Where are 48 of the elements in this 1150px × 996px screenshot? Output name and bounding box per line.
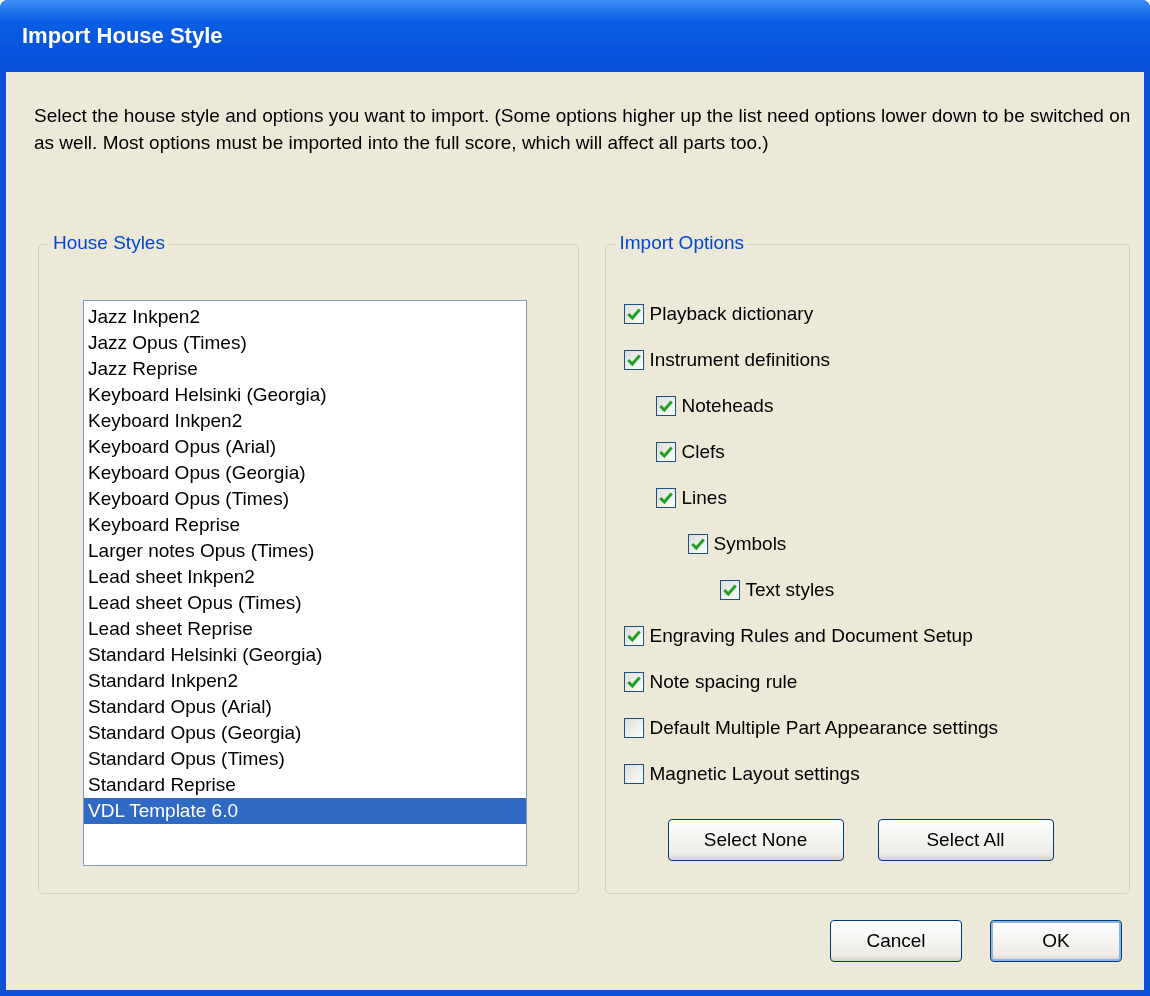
select-button[interactable]: Select None bbox=[667, 819, 844, 861]
list-item[interactable]: Jazz Inkpen2 bbox=[84, 304, 526, 330]
list-item[interactable]: Lead sheet Reprise bbox=[84, 616, 526, 642]
list-item[interactable]: Lead sheet Opus (Times) bbox=[84, 590, 526, 616]
checkbox[interactable] bbox=[687, 534, 708, 554]
dialog-button[interactable]: OK bbox=[990, 920, 1122, 962]
list-item[interactable]: VDL Template 6.0 bbox=[84, 798, 526, 824]
list-item[interactable]: Standard Helsinki (Georgia) bbox=[84, 642, 526, 668]
checkbox[interactable] bbox=[655, 442, 676, 462]
option-label[interactable]: Clefs bbox=[681, 441, 725, 463]
list-item[interactable]: Standard Reprise bbox=[84, 772, 526, 798]
list-item[interactable]: Standard Opus (Georgia) bbox=[84, 720, 526, 746]
checkbox[interactable] bbox=[623, 764, 644, 784]
checkbox[interactable] bbox=[655, 488, 676, 508]
option-label[interactable]: Default Multiple Part Appearance settings bbox=[649, 717, 999, 739]
checkbox[interactable] bbox=[623, 672, 644, 692]
list-item[interactable]: Keyboard Opus (Times) bbox=[84, 486, 526, 512]
dialog-button[interactable]: Cancel bbox=[830, 920, 962, 962]
option-label[interactable]: Magnetic Layout settings bbox=[649, 763, 860, 785]
option-label[interactable]: Engraving Rules and Document Setup bbox=[649, 625, 973, 647]
option-label[interactable]: Playback dictionary bbox=[649, 303, 814, 325]
list-item[interactable]: Standard Opus (Times) bbox=[84, 746, 526, 772]
option-label[interactable]: Symbols bbox=[713, 533, 787, 555]
list-item[interactable]: Lead sheet Inkpen2 bbox=[84, 564, 526, 590]
list-item[interactable]: Larger notes Opus (Times) bbox=[84, 538, 526, 564]
option-label[interactable]: Instrument definitions bbox=[649, 349, 831, 371]
checkbox[interactable] bbox=[623, 304, 644, 324]
checkbox[interactable] bbox=[623, 626, 644, 646]
list-item[interactable]: Keyboard Opus (Georgia) bbox=[84, 460, 526, 486]
checkbox[interactable] bbox=[655, 396, 676, 416]
list-item[interactable]: Jazz Opus (Times) bbox=[84, 330, 526, 356]
checkbox[interactable] bbox=[623, 718, 644, 738]
list-item[interactable]: Keyboard Helsinki (Georgia) bbox=[84, 382, 526, 408]
option-label[interactable]: Lines bbox=[681, 487, 727, 509]
option-label[interactable]: Note spacing rule bbox=[649, 671, 798, 693]
list-item[interactable]: Keyboard Reprise bbox=[84, 512, 526, 538]
select-button[interactable]: Select All bbox=[877, 819, 1054, 861]
checkbox[interactable] bbox=[719, 580, 740, 600]
description-text: Select the house style and options you want to import. (Some options higher up the list need options lower down to be switched on as well. Most options must be imported into the full score, which will affect all parts too.) bbox=[34, 104, 1132, 155]
checkbox[interactable] bbox=[623, 350, 644, 370]
option-label[interactable]: Noteheads bbox=[681, 395, 774, 417]
window-title: Import House Style bbox=[22, 23, 223, 49]
option-label[interactable]: Text styles bbox=[745, 579, 835, 601]
list-item[interactable]: Keyboard Opus (Arial) bbox=[84, 434, 526, 460]
list-item[interactable]: Jazz Reprise bbox=[84, 356, 526, 382]
list-item[interactable]: Standard Opus (Arial) bbox=[84, 694, 526, 720]
list-item[interactable]: Standard Inkpen2 bbox=[84, 668, 526, 694]
list-item[interactable]: Keyboard Inkpen2 bbox=[84, 408, 526, 434]
